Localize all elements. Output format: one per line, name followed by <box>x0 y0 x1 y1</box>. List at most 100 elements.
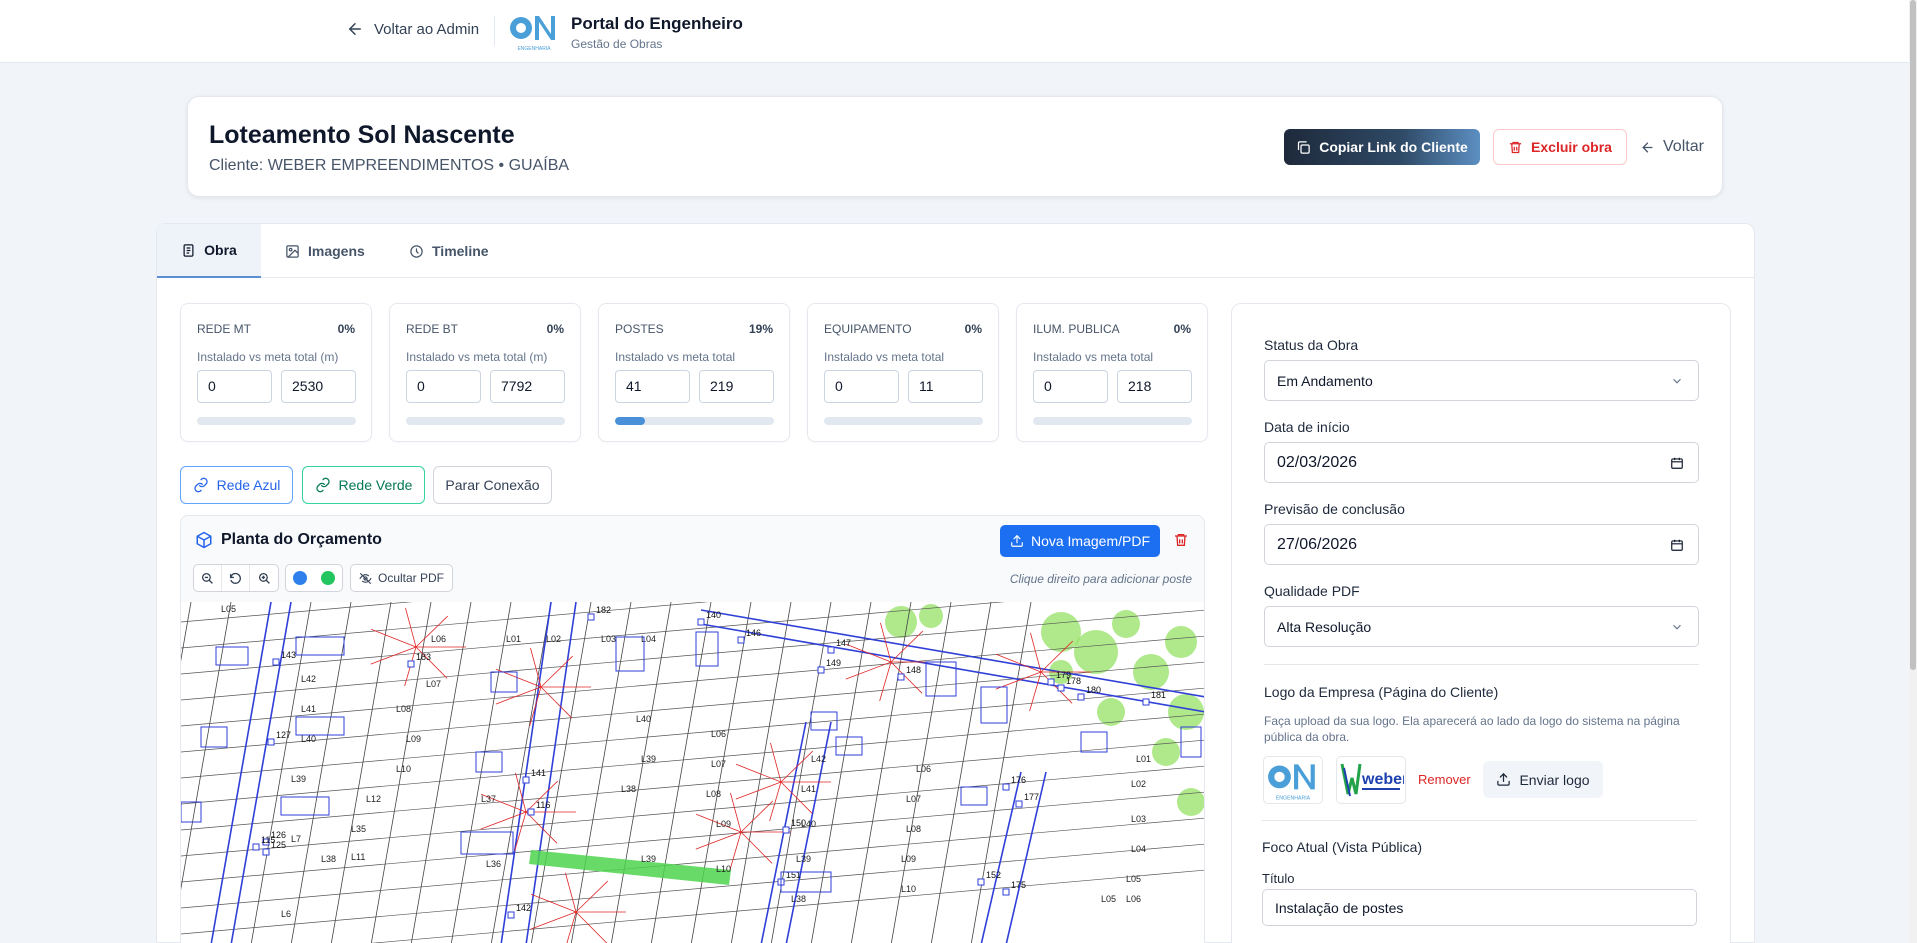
focus-title-label: Título <box>1262 871 1295 886</box>
tab-imagens[interactable]: Imagens <box>285 224 365 278</box>
plan-line <box>181 687 1204 779</box>
metric-progress-bar <box>406 417 565 425</box>
new-image-pdf-label: Nova Imagem/PDF <box>1030 533 1151 549</box>
brand-logo: ENGENHARIA <box>1268 764 1315 802</box>
svg-text:weber: weber <box>1361 771 1404 788</box>
back-to-admin-label: Voltar ao Admin <box>374 20 480 38</box>
divider <box>1264 664 1699 665</box>
scrollbar-thumb[interactable] <box>1910 0 1916 670</box>
installed-input[interactable]: 0 <box>197 370 272 403</box>
target-input[interactable]: 11 <box>908 370 983 403</box>
rede-azul-button[interactable]: Rede Azul <box>180 466 293 504</box>
lot-label: L40 <box>801 819 816 829</box>
lot-label: L10 <box>716 864 731 874</box>
cable-line <box>1029 671 1042 712</box>
lot-label: L03 <box>1131 814 1146 824</box>
green-color-button[interactable] <box>314 565 342 591</box>
focus-title-input[interactable]: Instalação de postes <box>1262 889 1697 926</box>
metric-card: POSTES 19% Instalado vs meta total 41 219 <box>598 303 790 442</box>
cable-line <box>729 831 742 872</box>
tab-label: Timeline <box>432 243 489 259</box>
metric-name: REDE BT <box>406 322 459 336</box>
pdf-quality-select[interactable]: Alta Resolução <box>1264 606 1699 647</box>
annotation-box <box>181 801 202 823</box>
plan-title: Planta do Orçamento <box>221 531 382 548</box>
delete-plan-trash-icon[interactable] <box>1173 532 1189 548</box>
back-to-admin-link[interactable]: Voltar ao Admin <box>346 20 479 38</box>
upload-logo-button[interactable]: Enviar logo <box>1483 761 1603 798</box>
lot-label: L12 <box>366 794 381 804</box>
logo-section-heading: Logo da Empresa (Página do Cliente) <box>1264 684 1499 700</box>
installed-input[interactable]: 0 <box>406 370 481 403</box>
pole-label: 142 <box>516 903 531 913</box>
lot-label: L02 <box>546 634 561 644</box>
plan-drawing-canvas[interactable]: 1431271261151251161411421401461471481491… <box>181 602 1205 943</box>
top-bar: Voltar ao Admin ENGENHARIA Portal do Eng… <box>0 0 1909 63</box>
back-button[interactable]: Voltar <box>1640 129 1704 165</box>
lot-label: L01 <box>1136 754 1151 764</box>
zoom-in-button[interactable] <box>250 565 278 591</box>
start-date-input[interactable]: 02/03/2026 <box>1264 442 1699 483</box>
tab-timeline[interactable]: Timeline <box>409 224 489 278</box>
target-input[interactable]: 218 <box>1117 370 1192 403</box>
upload-icon <box>1011 534 1023 547</box>
lot-label: L38 <box>321 854 336 864</box>
remove-logo-button[interactable]: Remover <box>1418 772 1471 787</box>
zoom-out-button[interactable] <box>194 565 222 591</box>
target-input[interactable]: 219 <box>699 370 774 403</box>
upload-icon <box>1497 772 1511 786</box>
target-input[interactable]: 2530 <box>281 370 356 403</box>
budget-plan-viewer: Planta do Orçamento Nova Imagem/PDF Ocul… <box>180 515 1205 943</box>
lot-label: L06 <box>916 764 931 774</box>
lot-label: L39 <box>796 854 811 864</box>
delete-project-button[interactable]: Excluir obra <box>1493 129 1627 165</box>
lot-label: L04 <box>641 634 656 644</box>
cable-line <box>845 661 892 680</box>
project-title: Loteamento Sol Nascente <box>209 121 515 149</box>
target-input[interactable]: 7792 <box>490 370 565 403</box>
pole-label: 183 <box>416 652 431 662</box>
lot-label: L6 <box>281 909 291 919</box>
status-select[interactable]: Em Andamento <box>1264 360 1699 401</box>
installed-input[interactable]: 41 <box>615 370 690 403</box>
reset-view-button[interactable] <box>222 565 250 591</box>
lot-label: L02 <box>1131 779 1146 789</box>
pole-marker <box>977 878 985 886</box>
clock-icon <box>410 244 423 258</box>
metric-progress-bar <box>197 417 356 425</box>
page-scrollbar[interactable] <box>1909 0 1917 943</box>
lot-label: L39 <box>641 854 656 864</box>
pole-marker <box>507 911 515 919</box>
lot-label: L10 <box>901 884 916 894</box>
tab-obra[interactable]: Obra <box>157 224 261 278</box>
end-date-label: Previsão de conclusão <box>1264 501 1405 517</box>
stop-connection-button[interactable]: Parar Conexão <box>433 466 552 504</box>
pole-marker <box>407 660 415 668</box>
annotation-box <box>295 716 345 736</box>
installed-input[interactable]: 0 <box>824 370 899 403</box>
lot-label: L05 <box>1126 874 1141 884</box>
blue-color-button[interactable] <box>286 565 314 591</box>
metric-percent: 0% <box>1173 322 1191 336</box>
lot-label: L38 <box>791 894 806 904</box>
installed-input[interactable]: 0 <box>1033 370 1108 403</box>
upload-logo-label: Enviar logo <box>1519 771 1590 788</box>
tab-bar: Obra Imagens Timeline <box>157 224 1754 278</box>
pole-marker <box>737 636 745 644</box>
metric-name: REDE MT <box>197 322 251 336</box>
pole-marker <box>587 613 595 621</box>
new-image-pdf-button[interactable]: Nova Imagem/PDF <box>1000 525 1160 557</box>
end-date-input[interactable]: 27/06/2026 <box>1264 524 1699 565</box>
status-label: Status da Obra <box>1264 337 1359 353</box>
copy-client-link-button[interactable]: Copiar Link do Cliente <box>1284 129 1480 165</box>
lot-label: L08 <box>396 704 411 714</box>
hide-pdf-button[interactable]: Ocultar PDF <box>350 564 453 592</box>
cable-line <box>540 655 574 688</box>
rede-verde-button[interactable]: Rede Verde <box>302 466 425 504</box>
pole-marker <box>897 673 905 681</box>
client-logo-preview: weber <box>1336 756 1406 804</box>
metric-description: Instalado vs meta total (m) <box>197 350 339 364</box>
vegetation-patch <box>1168 694 1204 730</box>
pole-label: 152 <box>986 870 1001 880</box>
metric-card: REDE MT 0% Instalado vs meta total (m) 0 253… <box>180 303 372 442</box>
